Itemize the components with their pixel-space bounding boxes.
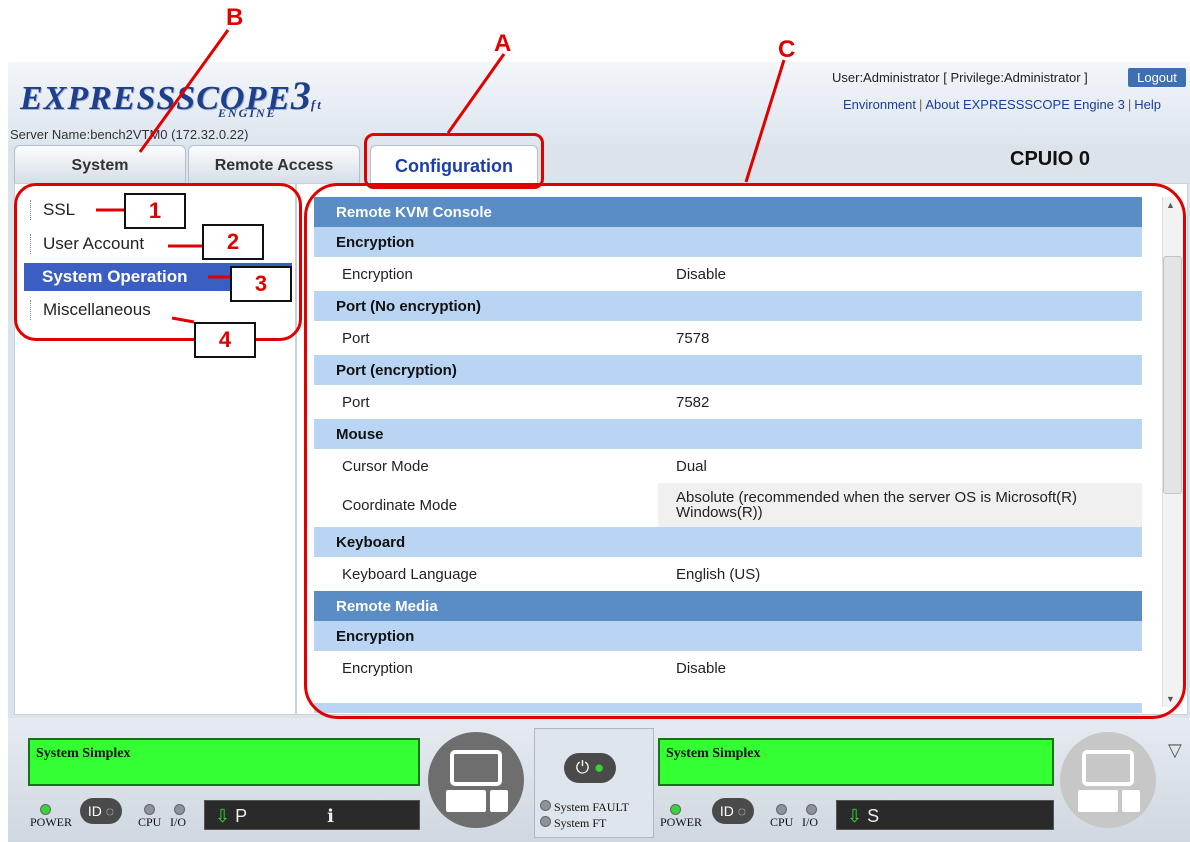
annotation-letter-b: B [226,4,244,31]
annotation-number-3: 3 [230,266,292,302]
annotation-lines [96,29,786,324]
annotation-number-2: 2 [202,224,264,260]
annotation-letter-c: C [778,36,796,63]
annotation-number-4: 4 [194,322,256,358]
annotation-letter-a: A [494,30,512,57]
annotation-number-1: 1 [124,193,186,229]
